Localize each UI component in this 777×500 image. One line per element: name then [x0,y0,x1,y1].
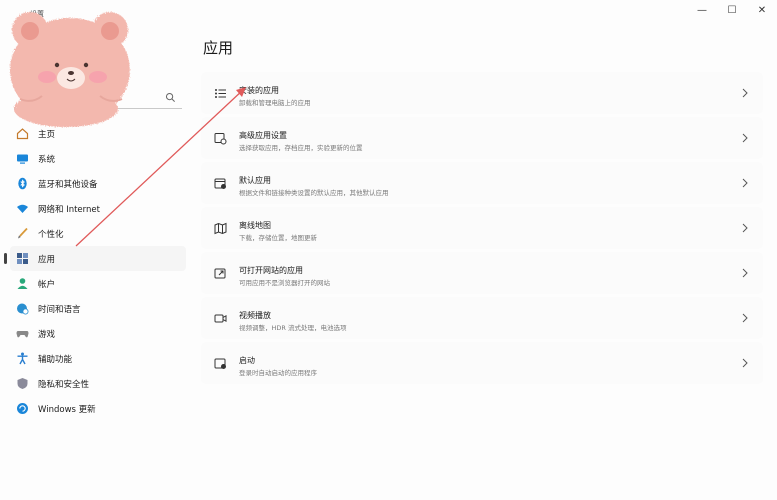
sidebar-item-privacy[interactable]: 隐私和安全性 [10,371,186,396]
sidebar-item-accessibility[interactable]: 辅助功能 [10,346,186,371]
update-icon [15,402,29,416]
search-icon [165,92,175,102]
card-video-playback[interactable]: 视频播放 视频调整，HDR 流式处理，电池选项 [201,297,763,339]
bear-sticker [10,12,130,127]
chevron-right-icon [742,268,748,278]
brush-icon [15,227,29,241]
card-installed-apps[interactable]: 安装的应用 卸载和管理电脑上的应用 [201,72,763,114]
card-description: 登录时自动启动的应用程序 [239,369,317,377]
sidebar-item-label: 隐私和安全性 [38,379,90,390]
card-title: 可打开网站的应用 [239,266,303,275]
home-icon [15,127,29,141]
maximize-button[interactable]: ☐ [717,0,747,20]
card-default-apps[interactable]: 默认应用 根据文件和链接种类设置的默认应用，其他默认应用 [201,162,763,204]
sidebar-item-apps[interactable]: 应用 [4,246,186,271]
minimize-icon: — [697,4,707,16]
card-title: 高级应用设置 [239,131,287,140]
video-icon [213,311,227,325]
sidebar-item-accounts[interactable]: 帐户 [10,271,186,296]
sidebar-item-label: Windows 更新 [38,404,96,415]
chevron-right-icon [742,178,748,188]
card-title: 启动 [239,356,255,365]
card-apps-for-websites[interactable]: 可打开网站的应用 可用应用不是浏览器打开的网站 [201,252,763,294]
card-title: 离线地图 [239,221,271,230]
sidebar: 主页 系统 蓝牙和其他设备 网络和 Internet 个性化 应用 帐户 时间和… [4,121,186,421]
sidebar-item-label: 应用 [38,254,56,265]
sidebar-item-label: 主页 [38,129,56,140]
sidebar-item-windows-update[interactable]: Windows 更新 [10,396,186,421]
sidebar-item-label: 系统 [38,154,56,165]
accessibility-icon [15,352,29,366]
card-startup[interactable]: 启动 登录时自动启动的应用程序 [201,342,763,384]
card-advanced-app-settings[interactable]: 高级应用设置 选择获取应用，存档应用，实验更新的位置 [201,117,763,159]
card-description: 选择获取应用，存档应用，实验更新的位置 [239,144,363,152]
sidebar-item-personalization[interactable]: 个性化 [10,221,186,246]
settings-app-icon [213,131,227,145]
wifi-icon [15,202,29,216]
default-app-icon [213,176,227,190]
startup-icon [213,356,227,370]
shield-icon [15,377,29,391]
card-description: 根据文件和链接种类设置的默认应用，其他默认应用 [239,189,389,197]
card-offline-maps[interactable]: 离线地图 下载，存储位置，地图更新 [201,207,763,249]
chevron-right-icon [742,88,748,98]
window-controls: — ☐ ✕ [687,0,777,22]
card-title: 安装的应用 [239,86,279,95]
chevron-right-icon [742,133,748,143]
chevron-right-icon [742,223,748,233]
controller-icon [15,327,29,341]
sidebar-item-label: 辅助功能 [38,354,73,365]
card-description: 可用应用不是浏览器打开的网站 [239,279,330,287]
close-icon: ✕ [757,4,767,16]
settings-cards: 安装的应用 卸载和管理电脑上的应用 高级应用设置 选择获取应用，存档应用，实验更… [201,72,763,387]
sidebar-item-label: 网络和 Internet [38,204,100,215]
settings-window: 设置 — ☐ ✕ [0,0,777,500]
sidebar-item-time-language[interactable]: 时间和语言 [10,296,186,321]
sidebar-item-bluetooth[interactable]: 蓝牙和其他设备 [10,171,186,196]
sidebar-item-gaming[interactable]: 游戏 [10,321,186,346]
sidebar-item-home[interactable]: 主页 [10,121,186,146]
sidebar-item-label: 游戏 [38,329,56,340]
card-description: 下载，存储位置，地图更新 [239,234,317,242]
maximize-icon: ☐ [727,4,737,16]
display-icon [15,152,29,166]
apps-icon [15,252,29,266]
list-icon [213,86,227,100]
sidebar-item-label: 个性化 [38,229,64,240]
map-icon [213,221,227,235]
minimize-button[interactable]: — [687,0,717,20]
sidebar-item-label: 时间和语言 [38,304,81,315]
close-button[interactable]: ✕ [747,0,777,20]
sidebar-item-network[interactable]: 网络和 Internet [10,196,186,221]
sidebar-item-system[interactable]: 系统 [10,146,186,171]
open-web-icon [213,266,227,280]
sidebar-item-label: 蓝牙和其他设备 [38,179,98,190]
chevron-right-icon [742,358,748,368]
chevron-right-icon [742,313,748,323]
sidebar-item-label: 帐户 [38,279,56,290]
card-title: 默认应用 [239,176,271,185]
card-title: 视频播放 [239,311,271,320]
globe-clock-icon [15,302,29,316]
bluetooth-icon [15,177,29,191]
page-title: 应用 [203,39,234,57]
card-description: 卸载和管理电脑上的应用 [239,99,311,107]
card-description: 视频调整，HDR 流式处理，电池选项 [239,324,347,332]
person-icon [15,277,29,291]
